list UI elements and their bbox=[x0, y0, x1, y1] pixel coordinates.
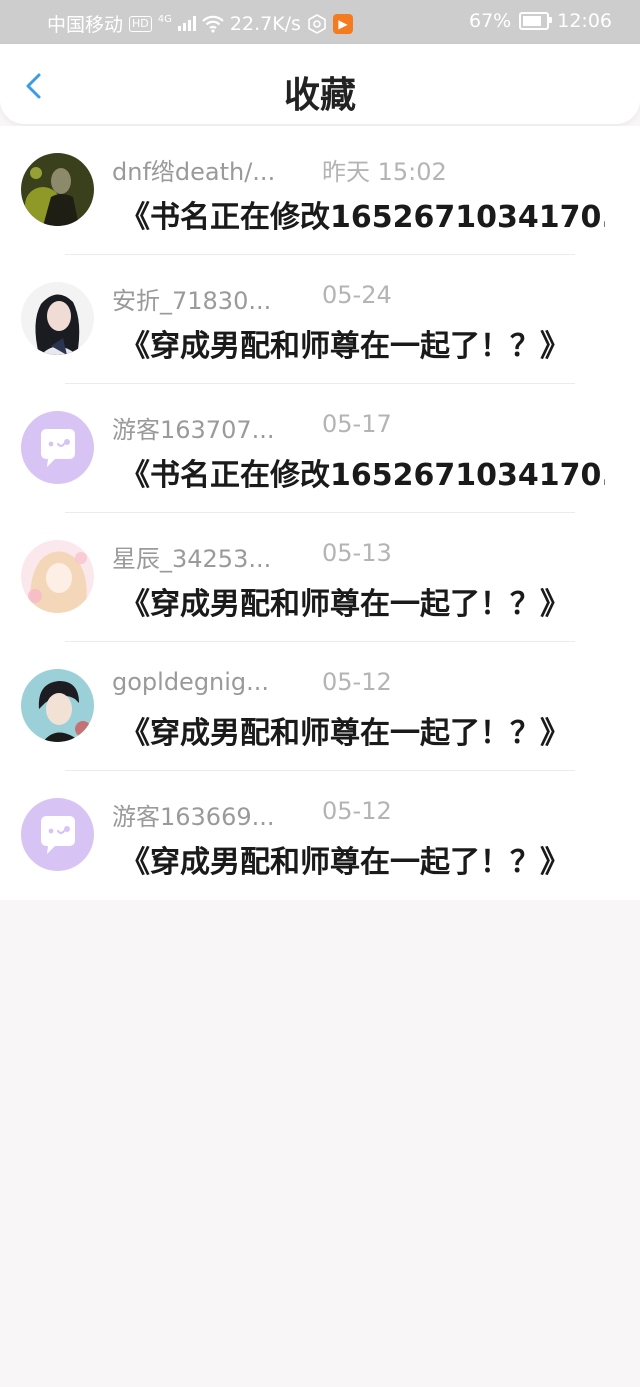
book-title: 《穿成男配和师尊在一起了！？》 bbox=[120, 329, 570, 364]
timestamp: 05-24 bbox=[322, 281, 392, 309]
list-item[interactable]: 安折_71830... 05-24 《穿成男配和师尊在一起了！？》 bbox=[0, 255, 640, 384]
network-type: 4G bbox=[157, 13, 172, 25]
timestamp: 昨天 15:02 bbox=[322, 158, 447, 186]
timestamp: 05-17 bbox=[322, 410, 392, 438]
list-item[interactable]: 游客163669... 05-12 《穿成男配和师尊在一起了！？》 bbox=[0, 771, 640, 900]
status-left: 中国移动 HD 4G 22.7K/s ▶ bbox=[47, 10, 353, 37]
avatar[interactable] bbox=[21, 153, 94, 226]
timestamp: 05-12 bbox=[322, 668, 392, 696]
timestamp: 05-12 bbox=[322, 797, 392, 825]
user-name: 安折_71830... bbox=[112, 287, 272, 315]
signal-icon bbox=[177, 16, 196, 31]
list-item[interactable]: 星辰_34253... 05-13 《穿成男配和师尊在一起了！？》 bbox=[0, 513, 640, 642]
user-name: dnf绺death/... bbox=[112, 158, 276, 186]
list-item[interactable]: 游客163707... 05-17 《书名正在修改1652671034170..… bbox=[0, 384, 640, 513]
app-notification-icon: ▶ bbox=[332, 13, 353, 34]
user-name: 星辰_34253... bbox=[112, 545, 272, 573]
book-title: 《穿成男配和师尊在一起了！？》 bbox=[120, 716, 570, 751]
list-item[interactable]: gopldegnig... 05-12 《穿成男配和师尊在一起了！？》 bbox=[0, 642, 640, 771]
avatar[interactable] bbox=[21, 798, 94, 871]
avatar[interactable] bbox=[21, 411, 94, 484]
top-nav-bar: 收藏 bbox=[0, 44, 640, 124]
timestamp: 05-13 bbox=[322, 539, 392, 567]
battery-percent: 67% bbox=[469, 10, 512, 32]
favorites-list: dnf绺death/... 昨天 15:02 《书名正在修改1652671034… bbox=[0, 126, 640, 900]
nfc-icon bbox=[308, 13, 326, 34]
battery-icon bbox=[519, 12, 553, 30]
list-item[interactable]: dnf绺death/... 昨天 15:02 《书名正在修改1652671034… bbox=[0, 126, 640, 255]
avatar[interactable] bbox=[21, 282, 94, 355]
avatar[interactable] bbox=[21, 669, 94, 742]
status-bar: 中国移动 HD 4G 22.7K/s ▶ 67% 12:06 bbox=[0, 0, 640, 44]
network-speed: 22.7K/s bbox=[229, 12, 301, 35]
wifi-icon bbox=[202, 15, 224, 33]
page-title: 收藏 bbox=[283, 75, 356, 116]
hd-icon: HD bbox=[129, 15, 152, 32]
user-name: 游客163669... bbox=[112, 803, 275, 831]
book-title: 《穿成男配和师尊在一起了！？》 bbox=[120, 845, 570, 880]
status-right: 67% 12:06 bbox=[469, 10, 612, 32]
book-title: 《书名正在修改1652671034170... bbox=[120, 458, 605, 493]
user-name: 游客163707... bbox=[112, 416, 275, 444]
user-name: gopldegnig... bbox=[112, 668, 270, 696]
avatar[interactable] bbox=[21, 540, 94, 613]
clock: 12:06 bbox=[557, 10, 612, 32]
book-title: 《穿成男配和师尊在一起了！？》 bbox=[120, 587, 570, 622]
book-title: 《书名正在修改1652671034170... bbox=[120, 200, 605, 235]
carrier-label: 中国移动 bbox=[47, 14, 124, 36]
